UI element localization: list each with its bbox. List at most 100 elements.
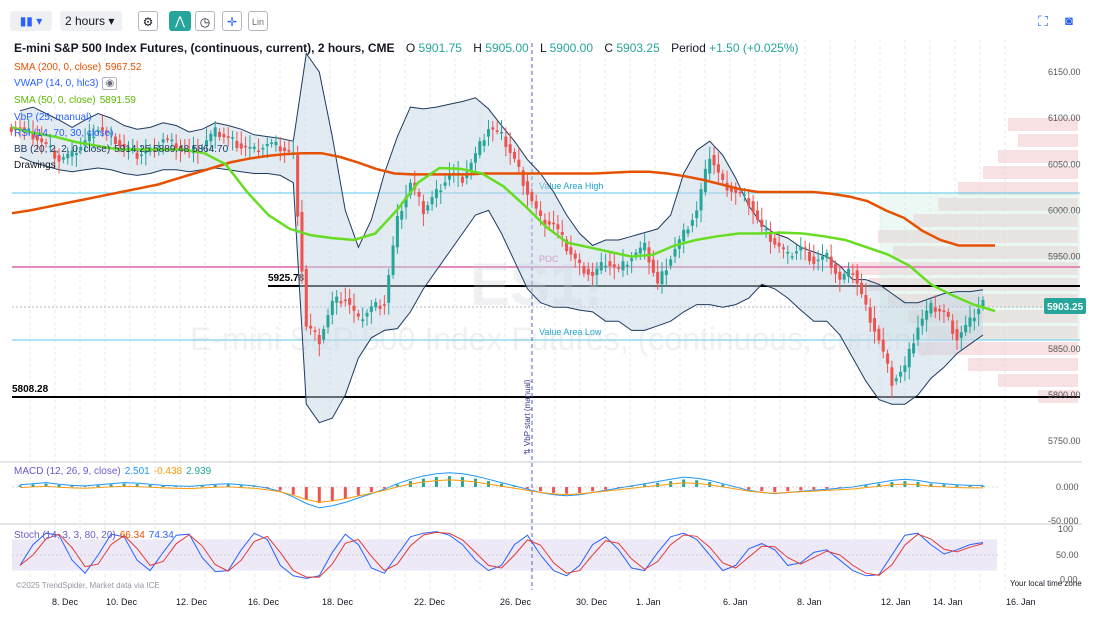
- time-tick-label: 16. Dec: [248, 597, 280, 607]
- time-tick-label: 12. Jan: [881, 597, 911, 607]
- price-panel: 5925.785808.28Value Area HighValue Area …: [9, 15, 1080, 590]
- candle-body: [322, 329, 326, 340]
- candle-body: [708, 158, 712, 174]
- candle-body: [959, 332, 963, 338]
- open-value: 5901.75: [418, 41, 462, 55]
- watermark-name: E-mini S&P 500 Index Futures, (continuou…: [190, 321, 931, 357]
- candle-body: [860, 282, 864, 295]
- candle-body: [625, 264, 629, 267]
- scale-toggle-button[interactable]: Lin: [248, 11, 268, 31]
- candle-body: [638, 247, 642, 254]
- eye-icon[interactable]: ◉: [102, 77, 118, 90]
- candle-body: [630, 258, 634, 262]
- macd-histogram-bar: [356, 487, 360, 496]
- candle-body: [742, 194, 746, 196]
- volume-profile-bar: [998, 374, 1078, 387]
- legend-vbp[interactable]: VbP (25, manual): [14, 112, 96, 123]
- candle-body: [556, 224, 560, 230]
- legend-macd[interactable]: MACD (12, 26, 9, close) 2.501 -0.438 2.939: [14, 466, 215, 477]
- macd-histogram-bar: [539, 487, 543, 492]
- legend-rsi[interactable]: RSI (14, 70, 30, close): [14, 128, 118, 139]
- candle-body: [209, 133, 213, 142]
- price-chart[interactable]: 5925.785808.28Value Area HighValue Area …: [0, 0, 1100, 617]
- time-tick-label: 10. Dec: [106, 597, 138, 607]
- candle-body: [400, 211, 404, 220]
- macd-histogram-bar: [369, 487, 373, 493]
- candle-body: [768, 233, 772, 242]
- camera-icon: ◙: [1065, 13, 1073, 28]
- candle-body: [343, 299, 347, 302]
- candle-body: [899, 371, 903, 377]
- macd-histogram-bar: [747, 487, 751, 490]
- candle-body: [669, 259, 673, 266]
- legend-bb[interactable]: BB (20, 2, 2, 0, close) 5914.25 5889.48 5…: [14, 144, 232, 155]
- candle-body: [604, 265, 608, 268]
- macd-signal-line: [19, 479, 983, 503]
- candle-body: [617, 267, 621, 269]
- candle-body: [491, 127, 495, 130]
- crosshair-icon: ✛: [226, 15, 238, 29]
- settings-button[interactable]: ⚙: [138, 11, 158, 31]
- candle-body: [834, 264, 838, 274]
- candle-body: [374, 302, 378, 308]
- time-tick-label: 26. Dec: [500, 597, 532, 607]
- candle-body: [478, 141, 482, 156]
- candle-body: [365, 312, 369, 317]
- legend-drawings[interactable]: Drawings: [14, 160, 60, 171]
- timezone-label[interactable]: Your local time zone: [1010, 579, 1082, 588]
- candle-body: [755, 210, 759, 220]
- candle-body: [218, 131, 222, 137]
- candle-body: [369, 306, 373, 312]
- candle-body: [764, 228, 768, 231]
- crosshair-button[interactable]: ✛: [222, 11, 242, 31]
- candle-body: [560, 231, 564, 236]
- current-price-label: 5903.25: [1047, 302, 1084, 313]
- legend-stoch[interactable]: Stoch (14, 3, 3, 80, 20) 66.34 74.34: [14, 530, 178, 541]
- macd-histogram-bar: [291, 487, 295, 495]
- candle-body: [517, 159, 521, 167]
- indicators-button[interactable]: ⋀: [169, 11, 191, 31]
- macd-histogram-bar: [304, 487, 308, 500]
- candle-body: [881, 339, 885, 352]
- candle-body: [816, 259, 820, 262]
- candle-body: [382, 304, 386, 306]
- candle-body: [61, 157, 65, 160]
- candle-body: [920, 318, 924, 326]
- candle-body: [695, 210, 699, 219]
- candle-body: [573, 253, 577, 259]
- candle-body: [170, 139, 174, 142]
- candle-body: [270, 142, 274, 144]
- candle-body: [213, 127, 217, 137]
- candle-body: [660, 271, 664, 285]
- time-tick-label: 30. Dec: [576, 597, 608, 607]
- candle-body: [296, 155, 300, 217]
- candle-body: [664, 270, 668, 276]
- macd-histogram-bar: [473, 478, 477, 487]
- macd-histogram-bar: [18, 485, 22, 487]
- candle-body: [239, 143, 243, 149]
- candle-body: [643, 242, 647, 251]
- candle-body: [469, 162, 473, 171]
- legend-sma50[interactable]: SMA (50, 0, close) 5891.59: [14, 95, 140, 106]
- close-label: C: [604, 41, 614, 55]
- candle-body: [165, 138, 169, 140]
- level-label-lower: 5808.28: [12, 384, 49, 395]
- candle-body: [925, 310, 929, 320]
- legend-vwap[interactable]: VWAP (14, 0, hlc3) ◉: [14, 77, 121, 90]
- close-value: 5903.25: [616, 41, 660, 55]
- replay-button[interactable]: ◷: [195, 11, 215, 31]
- candle-body: [265, 143, 269, 147]
- chart-type-button[interactable]: ▮▮ ▾: [10, 11, 52, 31]
- candle-body: [812, 256, 816, 264]
- legend-sma200[interactable]: SMA (200, 0, close) 5967.52: [14, 62, 145, 73]
- vbp-start-label: ⇅ VbP start (manual): [523, 379, 532, 455]
- screenshot-button[interactable]: ◙: [1060, 11, 1078, 31]
- candle-body: [955, 329, 959, 341]
- candle-body: [235, 140, 239, 148]
- interval-dropdown[interactable]: 2 hours ▾: [60, 11, 122, 31]
- candle-body: [226, 136, 230, 138]
- fullscreen-button[interactable]: ⛶: [1034, 11, 1052, 31]
- macd-histogram-bar: [447, 476, 451, 487]
- candle-body: [439, 190, 443, 192]
- candle-body: [313, 330, 317, 332]
